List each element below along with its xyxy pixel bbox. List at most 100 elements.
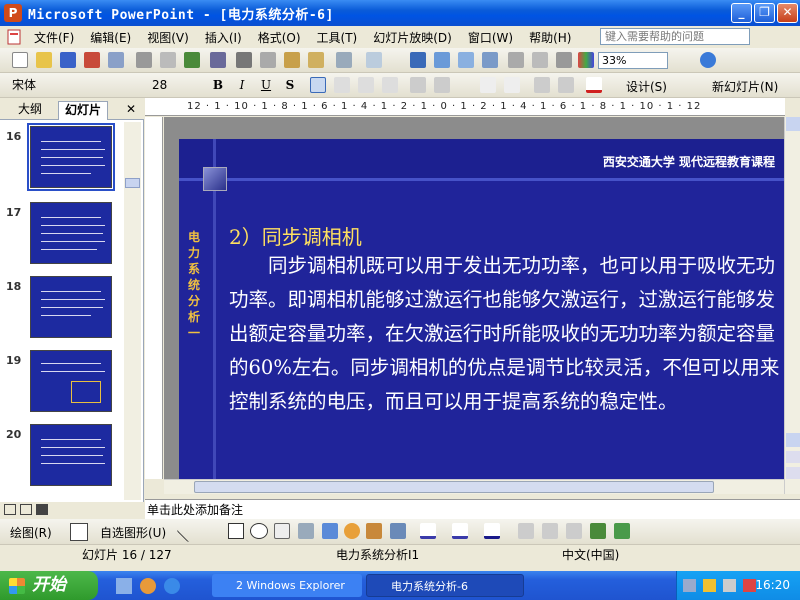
line-icon[interactable] [176,519,200,543]
decrease-indent-icon[interactable] [534,77,550,93]
menu-insert[interactable]: 插入(I) [197,29,250,46]
document-icon[interactable] [0,29,26,45]
print-preview-icon[interactable] [160,52,176,68]
dash-style-icon[interactable] [542,523,558,539]
underline-button[interactable]: U [256,76,276,94]
new-slide-button[interactable]: 新幻灯片(N) [712,78,778,95]
minimize-button[interactable]: _ [731,3,752,23]
autoshapes-menu-button[interactable]: 自选图形(U) [100,524,166,541]
draw-menu-button[interactable]: 绘图(R) [10,524,52,541]
restore-button[interactable]: ❐ [754,3,775,23]
numbering-icon[interactable] [410,77,426,93]
slide-editing-area[interactable]: 西安交通大学 现代远程教育课程 电力系统分析一 2）同步调相机 同步调相机既可以… [164,117,784,479]
rectangle-icon[interactable] [228,523,244,539]
clipart-icon[interactable] [366,523,382,539]
menu-file[interactable]: 文件(F) [26,29,82,46]
tray-app-icon[interactable] [743,579,756,592]
menu-tools[interactable]: 工具(T) [309,29,366,46]
email-icon[interactable] [108,52,124,68]
scroll-up-icon[interactable] [786,117,800,131]
menu-window[interactable]: 窗口(W) [460,29,521,46]
permission-icon[interactable] [84,52,100,68]
slide-thumbnail[interactable] [30,424,112,486]
line-color-icon[interactable] [452,523,468,539]
slideshow-icon[interactable] [36,504,48,515]
increase-indent-icon[interactable] [558,77,574,93]
scrollbar-thumb[interactable] [125,178,140,188]
previous-slide-icon[interactable] [786,451,800,463]
bold-button[interactable]: B [208,76,228,94]
font-size-select[interactable]: 28 [152,76,192,94]
tables-borders-icon[interactable] [458,52,474,68]
align-center-icon[interactable] [334,77,350,93]
menu-help[interactable]: 帮助(H) [521,29,579,46]
shadow-style-icon[interactable] [590,523,606,539]
close-button[interactable]: ✕ [777,3,798,23]
vertical-textbox-icon[interactable] [298,523,314,539]
insert-picture-icon[interactable] [390,523,406,539]
show-formatting-icon[interactable] [532,52,548,68]
font-color-icon[interactable] [586,77,602,93]
print-icon[interactable] [136,52,152,68]
slide-thumbnail[interactable] [27,123,115,191]
arrow-style-icon[interactable] [566,523,582,539]
help-search-input[interactable]: 键入需要帮助的问题 [600,28,750,45]
slide-canvas[interactable]: 西安交通大学 现代远程教育课程 电力系统分析一 2）同步调相机 同步调相机既可以… [179,139,784,479]
menu-format[interactable]: 格式(O) [250,29,309,46]
tab-outline[interactable]: 大纲 [12,101,48,120]
align-right-icon[interactable] [358,77,374,93]
menu-view[interactable]: 视图(V) [139,29,197,46]
media-player-icon[interactable] [140,578,156,594]
slide-body-text[interactable]: 同步调相机既可以用于发出无功功率，也可以用于吸收无功功率。即调相机能够过激运行也… [229,249,781,419]
slide-heading[interactable]: 2）同步调相机 [229,221,362,250]
grid-icon[interactable] [556,52,572,68]
diagram-icon[interactable] [344,523,360,539]
cut-icon[interactable] [236,52,252,68]
fill-color-icon[interactable] [420,523,436,539]
show-desktop-icon[interactable] [116,578,132,594]
decrease-font-icon[interactable] [504,77,520,93]
horizontal-scrollbar[interactable] [164,479,784,494]
taskbar-powerpoint-button[interactable]: 电力系统分析-6 [366,574,524,597]
font-name-select[interactable]: 宋体 [12,76,132,94]
scrollbar-thumb[interactable] [194,481,714,493]
close-pane-icon[interactable]: ✕ [126,102,136,116]
security-icon[interactable] [703,579,716,592]
insert-chart-icon[interactable] [410,52,426,68]
slide-thumbnail-row[interactable]: 16 [0,123,128,196]
vertical-scrollbar[interactable] [784,117,800,494]
slide-thumbnail[interactable] [30,350,112,412]
research-icon[interactable] [210,52,226,68]
3d-style-icon[interactable] [614,523,630,539]
wordart-icon[interactable] [322,523,338,539]
normal-view-icon[interactable] [4,504,16,515]
powerpoint-app-icon[interactable]: P [4,4,22,22]
format-painter-icon[interactable] [308,52,324,68]
menu-slideshow[interactable]: 幻灯片放映(D) [365,29,460,46]
open-icon[interactable] [36,52,52,68]
italic-button[interactable]: I [232,76,252,94]
internet-explorer-icon[interactable] [164,578,180,594]
oval-icon[interactable] [250,523,268,539]
slide-thumbnail-row[interactable]: 18 [0,276,128,346]
textbox-icon[interactable] [274,523,290,539]
help-icon[interactable] [700,52,716,68]
slide-thumbnail-row[interactable]: 20 [0,424,128,494]
network-icon[interactable] [683,579,696,592]
color-grayscale-icon[interactable] [578,52,594,68]
start-button[interactable]: 开始 [0,571,98,600]
new-icon[interactable] [12,52,28,68]
slides-pane-scrollbar[interactable] [124,122,141,500]
volume-icon[interactable] [723,579,736,592]
expand-all-icon[interactable] [508,52,524,68]
slide-thumbnail[interactable] [30,202,112,264]
notes-pane[interactable]: 单击此处添加备注 [145,499,800,519]
next-slide-icon[interactable] [786,467,800,479]
line-style-icon[interactable] [518,523,534,539]
design-button[interactable]: 设计(S) [626,78,667,95]
increase-font-icon[interactable] [480,77,496,93]
zoom-select[interactable]: 33% [598,52,668,69]
distribute-icon[interactable] [382,77,398,93]
copy-icon[interactable] [260,52,276,68]
shadow-button[interactable]: S [280,76,300,94]
